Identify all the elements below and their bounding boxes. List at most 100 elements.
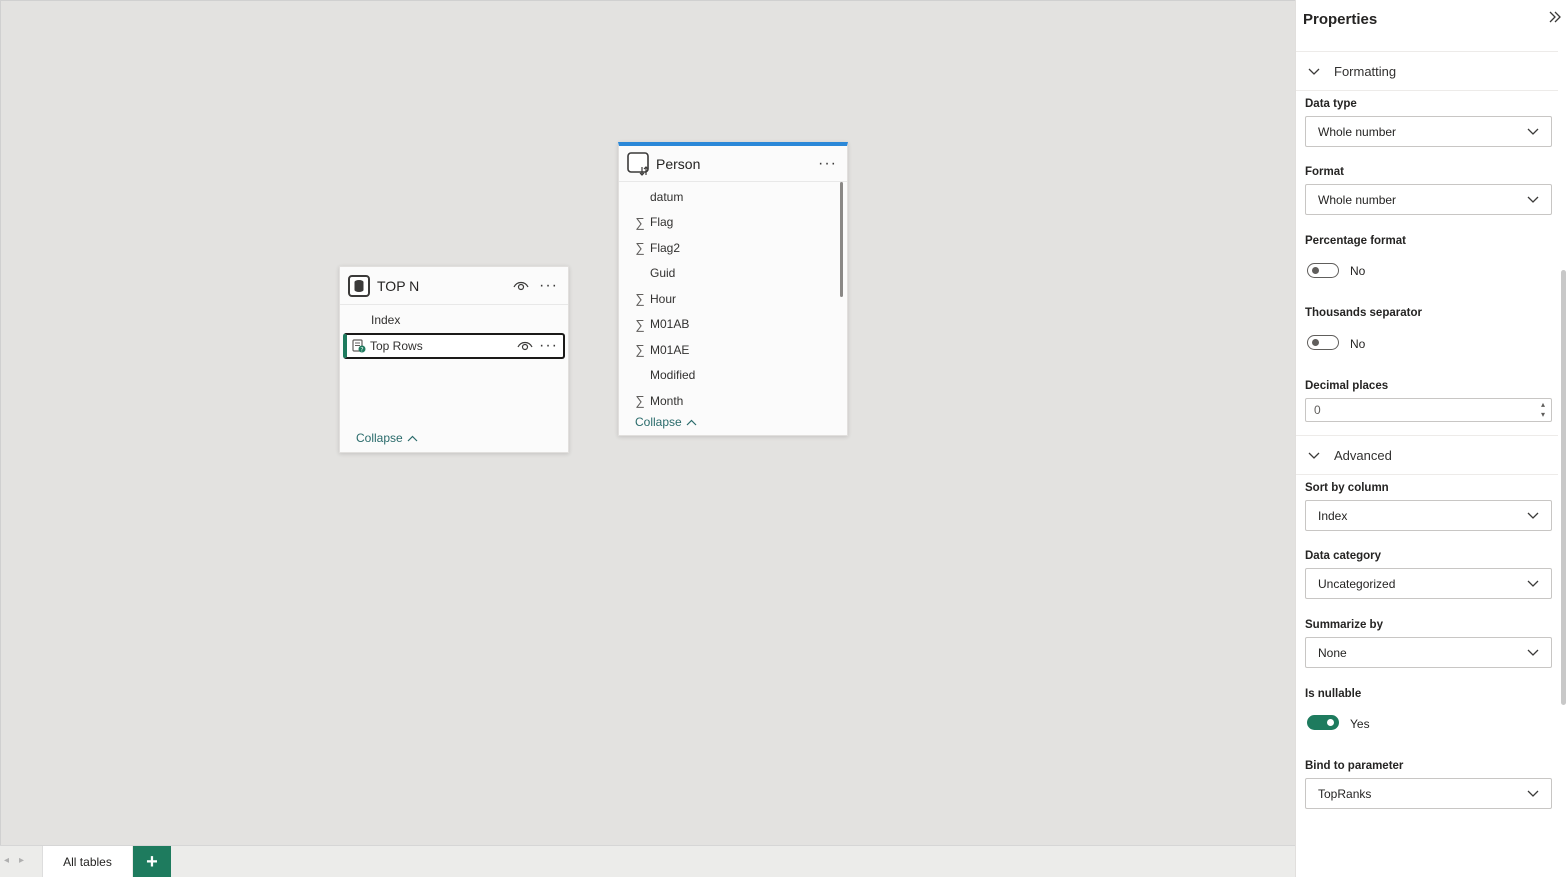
section-advanced[interactable]: Advanced — [1296, 435, 1558, 475]
field-label: Flag2 — [650, 240, 681, 255]
properties-pane: Properties Formatting Data type Whole nu… — [1295, 0, 1568, 877]
chevron-down-icon — [1527, 193, 1539, 207]
field-hour[interactable]: ∑ Hour — [619, 286, 847, 312]
sigma-icon: ∑ — [635, 240, 645, 256]
chevron-down-icon — [1308, 64, 1322, 79]
thousands-separator-state: No — [1350, 337, 1366, 351]
field-label: Index — [371, 312, 401, 327]
field-label: Guid — [650, 266, 676, 281]
data-category-label: Data category — [1305, 550, 1382, 562]
layout-tab-bar: ◂▸ All tables + — [0, 845, 1295, 877]
sigma-icon: ∑ — [635, 316, 645, 332]
table-title: TOP N — [377, 277, 420, 294]
more-options-icon[interactable]: ··· — [539, 277, 558, 294]
field-flag[interactable]: ∑ Flag — [619, 210, 847, 236]
table-header[interactable]: TOP N ··· — [340, 267, 568, 305]
sigma-icon: ∑ — [635, 342, 645, 358]
field-flag2[interactable]: ∑ Flag2 — [619, 235, 847, 261]
collapse-label: Collapse — [635, 415, 682, 429]
sort-by-column-dropdown[interactable]: Index — [1305, 500, 1552, 531]
field-label: datum — [650, 189, 684, 204]
plus-icon: + — [146, 850, 158, 873]
table-title: Person — [656, 155, 701, 172]
chevron-down-icon — [1527, 577, 1539, 591]
bind-to-parameter-label: Bind to parameter — [1305, 760, 1404, 772]
properties-title: Properties — [1303, 11, 1378, 28]
field-m01ab[interactable]: ∑ M01AB — [619, 312, 847, 338]
field-label: Top Rows — [370, 338, 423, 353]
decimal-places-input[interactable]: 0 ▴ ▾ — [1305, 398, 1552, 422]
percentage-format-state: No — [1350, 264, 1366, 278]
section-title: Formatting — [1334, 63, 1397, 79]
sigma-icon: ∑ — [635, 393, 645, 409]
tab-all-tables[interactable]: All tables — [42, 846, 132, 877]
field-label: Hour — [650, 291, 677, 306]
field-top-rows[interactable]: ? Top Rows ··· — [343, 332, 565, 359]
data-category-dropdown[interactable]: Uncategorized — [1305, 568, 1552, 599]
tab-label: All tables — [63, 855, 112, 869]
field-label: Flag — [650, 215, 674, 230]
field-index[interactable]: Index — [340, 307, 568, 333]
chevron-up-icon — [407, 435, 418, 442]
field-list-scrollbar[interactable] — [840, 182, 843, 297]
dropdown-value: Whole number — [1318, 192, 1397, 207]
svg-text:?: ? — [360, 346, 363, 353]
chevron-down-icon — [1527, 646, 1539, 660]
sort-by-column-label: Sort by column — [1305, 482, 1389, 494]
more-options-icon[interactable]: ··· — [818, 155, 837, 172]
percentage-format-toggle[interactable] — [1307, 263, 1339, 278]
format-dropdown[interactable]: Whole number — [1305, 184, 1552, 215]
field-month[interactable]: ∑ Month — [619, 388, 847, 414]
collapse-button[interactable]: Collapse — [356, 431, 418, 445]
visibility-eye-icon[interactable] — [517, 340, 533, 352]
collapse-label: Collapse — [356, 431, 403, 445]
add-layout-button[interactable]: + — [133, 846, 171, 877]
measure-param-icon: ? — [352, 338, 366, 353]
section-title: Advanced — [1334, 447, 1392, 463]
dropdown-value: Uncategorized — [1318, 576, 1396, 591]
collapse-button[interactable]: Collapse — [635, 415, 697, 429]
table-card-person[interactable]: Person ··· datum ∑ Flag ∑ Flag2 Guid ∑ Hour… — [618, 142, 848, 436]
data-type-label: Data type — [1305, 98, 1357, 110]
field-label: M01AE — [650, 342, 690, 357]
visibility-eye-icon[interactable] — [513, 280, 529, 292]
summarize-by-label: Summarize by — [1305, 619, 1383, 631]
model-canvas[interactable]: TOP N ··· Index ? Top Rows ··· Collapse … — [0, 0, 1295, 845]
chevron-down-icon — [1527, 787, 1539, 801]
field-label: M01AB — [650, 317, 690, 332]
spin-arrows-icon[interactable]: ▴ ▾ — [1541, 400, 1545, 420]
percentage-format-label: Percentage format — [1305, 235, 1406, 247]
bind-to-parameter-dropdown[interactable]: TopRanks — [1305, 778, 1552, 809]
field-datum[interactable]: datum — [619, 184, 847, 210]
dropdown-value: None — [1318, 645, 1347, 660]
chevron-down-icon — [1527, 125, 1539, 139]
table-icon — [627, 151, 651, 176]
sigma-icon: ∑ — [635, 291, 645, 307]
field-guid[interactable]: Guid — [619, 261, 847, 287]
field-modified[interactable]: Modified — [619, 363, 847, 389]
more-options-icon[interactable]: ··· — [539, 337, 558, 354]
table-card-topn[interactable]: TOP N ··· Index ? Top Rows ··· Collapse — [339, 266, 569, 453]
thousands-separator-toggle[interactable] — [1307, 335, 1339, 350]
chevron-down-icon — [1308, 448, 1322, 463]
collapse-pane-icon[interactable] — [1548, 8, 1562, 29]
field-label: Modified — [650, 368, 696, 383]
summarize-by-dropdown[interactable]: None — [1305, 637, 1552, 668]
field-m01ae[interactable]: ∑ M01AE — [619, 337, 847, 363]
thousands-separator-label: Thousands separator — [1305, 307, 1422, 319]
dropdown-value: Whole number — [1318, 124, 1397, 139]
chevron-down-icon — [1527, 509, 1539, 523]
is-nullable-label: Is nullable — [1305, 688, 1362, 700]
is-nullable-state: Yes — [1350, 717, 1370, 731]
decimal-places-label: Decimal places — [1305, 380, 1389, 392]
data-type-dropdown[interactable]: Whole number — [1305, 116, 1552, 147]
section-formatting[interactable]: Formatting — [1296, 51, 1558, 91]
table-icon — [348, 274, 370, 297]
table-header[interactable]: Person ··· — [619, 146, 847, 182]
is-nullable-toggle[interactable] — [1307, 715, 1339, 730]
dropdown-value: Index — [1318, 508, 1348, 523]
chevron-up-icon — [686, 419, 697, 426]
tab-scroll-arrows[interactable]: ◂▸ — [4, 855, 34, 866]
field-label: Month — [650, 393, 684, 408]
properties-scrollbar[interactable] — [1561, 270, 1566, 705]
